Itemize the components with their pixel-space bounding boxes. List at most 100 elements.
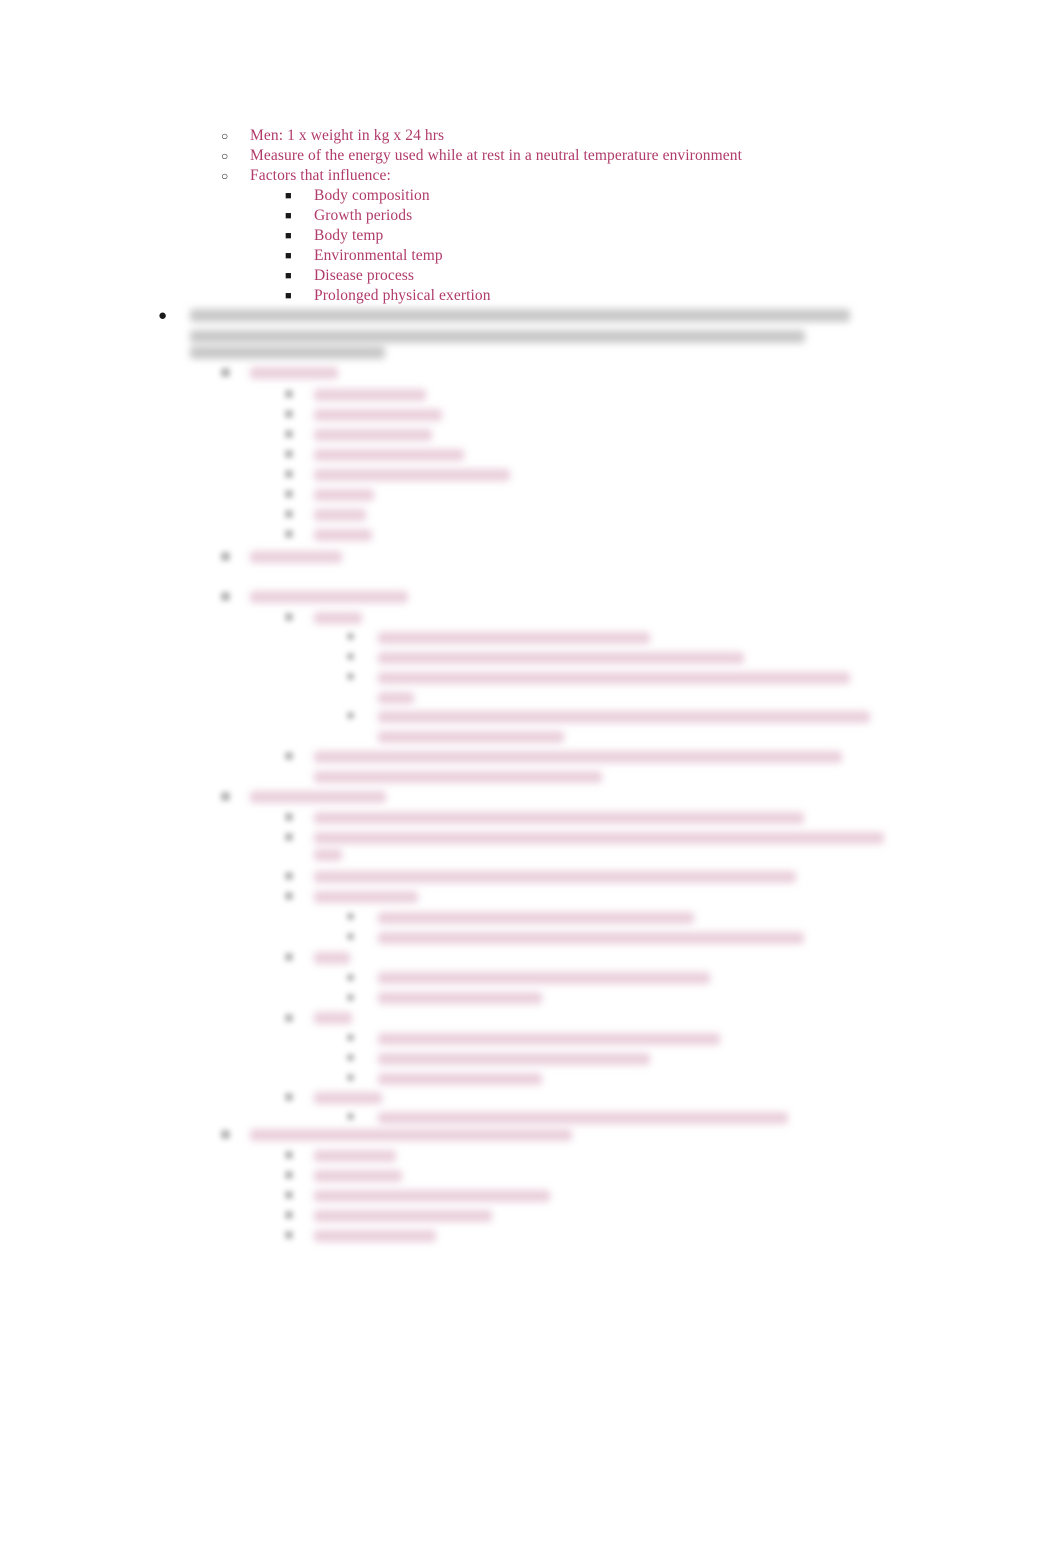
- obscured-text-line: [314, 849, 342, 861]
- obscured-bullet-icon: [347, 712, 354, 719]
- obscured-bullet-icon: [285, 833, 293, 841]
- obscured-text-line: [378, 992, 542, 1004]
- outline-item-label: Body temp: [314, 227, 384, 244]
- obscured-bullet-icon: [221, 792, 230, 801]
- obscured-bullet-icon: [285, 953, 293, 961]
- obscured-text-line: [378, 711, 870, 723]
- square-filled-bullet-icon: ■: [285, 290, 292, 302]
- obscured-text-line: [314, 449, 464, 461]
- obscured-text-line: [190, 346, 385, 359]
- obscured-text-line: [250, 551, 342, 563]
- outline-item-label: Environmental temp: [314, 247, 443, 264]
- obscured-bullet-icon: [347, 1034, 354, 1041]
- obscured-bullet-icon: [347, 1054, 354, 1061]
- obscured-text-line: [314, 612, 362, 624]
- obscured-bullet-icon: [285, 813, 293, 821]
- obscured-bullet-icon: [285, 1171, 293, 1179]
- obscured-text-line: [314, 469, 510, 481]
- square-filled-bullet-icon: ■: [285, 210, 292, 222]
- document-page: ○ Men: 1 x weight in kg x 24 hrs ○ Measu…: [0, 0, 1062, 1561]
- obscured-bullet-icon: [285, 613, 293, 621]
- obscured-text-line: [314, 389, 426, 401]
- obscured-bullet-icon: [285, 510, 293, 518]
- obscured-bullet-icon: [285, 892, 293, 900]
- obscured-text-line: [190, 330, 805, 343]
- obscured-text-line: [314, 409, 442, 421]
- obscured-text-line: [250, 591, 408, 603]
- obscured-text-line: [378, 731, 564, 743]
- obscured-text-line: [250, 1129, 572, 1141]
- obscured-text-line: [314, 1170, 402, 1182]
- obscured-text-line: [314, 871, 796, 883]
- square-filled-bullet-icon: ■: [285, 270, 292, 282]
- obscured-bullet-icon: [221, 1130, 230, 1139]
- disc-bullet-icon: ●: [158, 308, 168, 324]
- circle-hollow-bullet-icon: ○: [221, 149, 229, 163]
- obscured-text-line: [314, 832, 884, 844]
- obscured-bullet-icon: [347, 933, 354, 940]
- obscured-text-line: [314, 1150, 396, 1162]
- obscured-text-line: [378, 932, 804, 944]
- obscured-bullet-icon: [221, 592, 230, 601]
- obscured-text-line: [378, 972, 710, 984]
- obscured-text-line: [314, 891, 418, 903]
- obscured-bullet-icon: [221, 552, 230, 561]
- obscured-bullet-icon: [285, 490, 293, 498]
- circle-hollow-bullet-icon: ○: [221, 129, 229, 143]
- square-filled-bullet-icon: ■: [285, 230, 292, 242]
- obscured-bullet-icon: [285, 430, 293, 438]
- obscured-bullet-icon: [347, 994, 354, 1001]
- obscured-bullet-icon: [347, 633, 354, 640]
- obscured-text-line: [314, 1092, 382, 1104]
- obscured-text-line: [378, 1112, 788, 1124]
- obscured-text-line: [314, 429, 432, 441]
- obscured-bullet-icon: [285, 752, 293, 760]
- outline-item-label: Prolonged physical exertion: [314, 287, 491, 304]
- obscured-text-line: [378, 652, 744, 664]
- obscured-bullet-icon: [285, 410, 293, 418]
- outline-item-label: Growth periods: [314, 207, 413, 224]
- obscured-bullet-icon: [285, 1014, 293, 1022]
- obscured-bullet-icon: [347, 1074, 354, 1081]
- obscured-text-line: [378, 1033, 720, 1045]
- obscured-bullet-icon: [285, 530, 293, 538]
- obscured-text-line: [314, 529, 372, 541]
- obscured-bullet-icon: [285, 1211, 293, 1219]
- obscured-text-line: [314, 1230, 436, 1242]
- obscured-bullet-icon: [285, 1231, 293, 1239]
- circle-hollow-bullet-icon: ○: [221, 169, 229, 183]
- obscured-text-line: [378, 1053, 650, 1065]
- obscured-bullet-icon: [347, 653, 354, 660]
- outline-item-label: Disease process: [314, 267, 415, 284]
- obscured-bullet-icon: [285, 390, 293, 398]
- outline-item-label: Measure of the energy used while at rest…: [250, 147, 743, 164]
- obscured-bullet-icon: [285, 1191, 293, 1199]
- obscured-text-line: [378, 672, 850, 684]
- obscured-bullet-icon: [285, 470, 293, 478]
- obscured-text-line: [378, 692, 414, 704]
- obscured-text-line: [378, 1073, 542, 1085]
- obscured-bullet-icon: [285, 450, 293, 458]
- obscured-text-line: [314, 812, 804, 824]
- obscured-text-line: [314, 489, 374, 501]
- obscured-text-line: [314, 1190, 550, 1202]
- outline-item-label: Body composition: [314, 187, 430, 204]
- obscured-bullet-icon: [347, 974, 354, 981]
- square-filled-bullet-icon: ■: [285, 190, 292, 202]
- obscured-bullet-icon: [347, 673, 354, 680]
- obscured-text-line: [314, 771, 602, 783]
- obscured-text-line: [250, 367, 338, 379]
- obscured-text-line: [378, 912, 694, 924]
- obscured-text-line: [314, 509, 366, 521]
- obscured-bullet-icon: [285, 872, 293, 880]
- obscured-text-line: [190, 309, 850, 322]
- obscured-bullet-icon: [285, 1151, 293, 1159]
- obscured-text-line: [378, 632, 650, 644]
- obscured-bullet-icon: [285, 1093, 293, 1101]
- obscured-text-line: [314, 1210, 492, 1222]
- square-filled-bullet-icon: ■: [285, 250, 292, 262]
- obscured-text-line: [314, 952, 350, 964]
- obscured-text-line: [250, 791, 386, 803]
- obscured-text-line: [314, 751, 842, 763]
- obscured-text-line: [314, 1012, 352, 1024]
